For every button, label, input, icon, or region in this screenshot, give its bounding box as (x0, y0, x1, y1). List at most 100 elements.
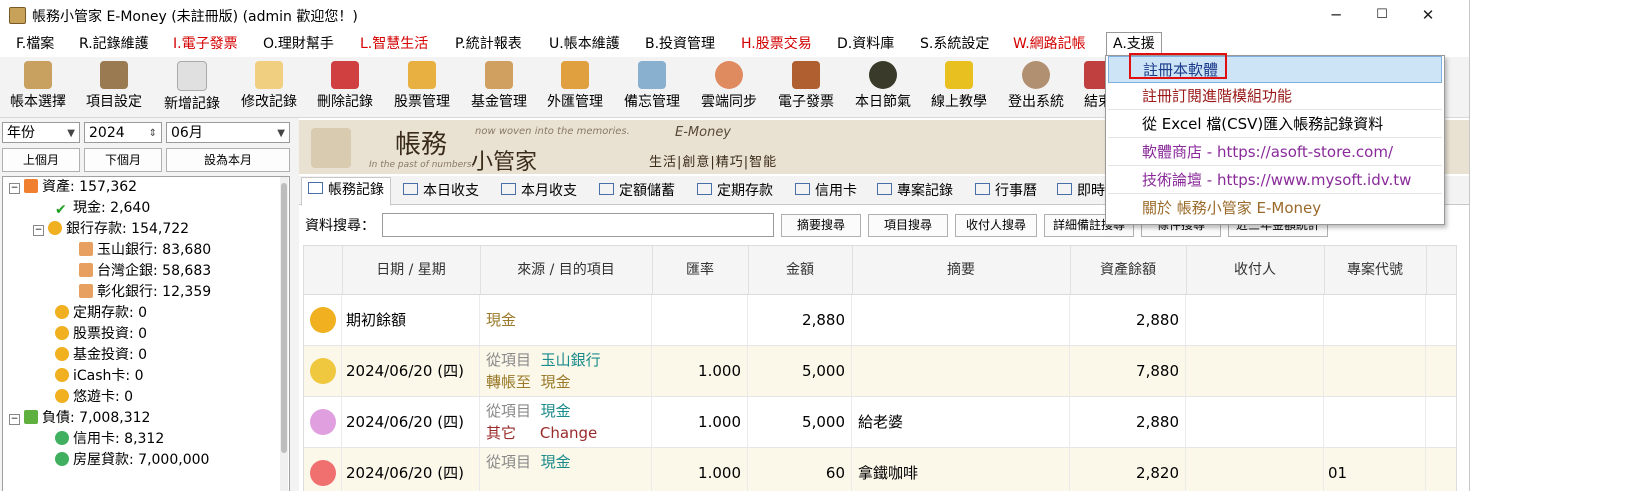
tab-fixed-savings[interactable]: 定額儲蓄 (593, 179, 681, 204)
menu-item-import-excel[interactable]: 從 Excel 檔(CSV)匯入帳務記錄資料 (1108, 111, 1442, 138)
collapse-icon[interactable]: − (33, 225, 44, 236)
set-this-month-button[interactable]: 設為本月 (166, 148, 290, 172)
tree-scrollbar[interactable] (280, 177, 288, 491)
header-item[interactable]: 來源 / 目的項目 (480, 246, 653, 294)
table-row[interactable]: 2024/06/20 (四) 從項目 玉山銀行 轉帳至 現金 1.000 5,00… (304, 346, 1456, 397)
solar-term-icon (869, 61, 897, 89)
tree-node-mortgage[interactable]: 房屋貸款: 7,000,000 (55, 450, 209, 471)
next-month-button[interactable]: 下個月 (84, 148, 162, 172)
tab-time-deposit[interactable]: 定期存款 (691, 179, 779, 204)
menu-item-software-store[interactable]: 軟體商店 - https://asoft-store.com/ (1108, 139, 1442, 166)
toolbar-logout-button[interactable]: 登出系統 (1002, 59, 1070, 115)
tree-node-tbb-bank[interactable]: 台灣企銀: 58,683 (79, 261, 211, 282)
header-amount[interactable]: 金額 (748, 246, 853, 294)
header-rate[interactable]: 匯率 (652, 246, 749, 294)
toolbar-memo-button[interactable]: 備忘管理 (618, 59, 686, 115)
toolbar-delete-record-button[interactable]: 刪除記錄 (311, 59, 379, 115)
maximize-button[interactable]: ☐ (1359, 0, 1405, 30)
tree-node-label: 玉山銀行: 83,680 (97, 242, 212, 258)
year-spinner[interactable]: 2024 ⇕ (84, 122, 162, 143)
tree-node-easycard[interactable]: 悠遊卡: 0 (55, 387, 133, 408)
payee-search-button[interactable]: 收付人搜尋 (955, 214, 1037, 237)
tree-node-bank-deposits[interactable]: − 銀行存款: 154,722 (33, 219, 189, 240)
close-button[interactable]: ✕ (1405, 0, 1451, 30)
tree-node-label: 現金: 2,640 (73, 200, 151, 216)
app-logo-icon (9, 7, 26, 24)
menu-item-tech-forum[interactable]: 技術論壇 - https://www.mysoft.idv.tw (1108, 167, 1442, 194)
tab-table-icon (877, 183, 892, 195)
tree-node-cash[interactable]: ✔ 現金: 2,640 (55, 198, 150, 219)
header-balance[interactable]: 資產餘額 (1070, 246, 1187, 294)
menu-e-invoice[interactable]: I.電子發票 (173, 34, 238, 54)
cloud-sync-icon (715, 61, 743, 89)
table-row[interactable]: 期初餘額 現金 2,880 2,880 (304, 295, 1456, 346)
menu-system-settings[interactable]: S.系統設定 (920, 34, 989, 54)
toolbar-fund-button[interactable]: 基金管理 (465, 59, 533, 115)
table-row[interactable]: 2024/06/20 (四) 從項目 現金 其它 Change 1.000 5,0… (304, 397, 1456, 448)
tab-calendar[interactable]: 行事曆 (969, 179, 1043, 204)
menu-record-maintenance[interactable]: R.記錄維護 (79, 34, 149, 54)
tree-node-label: 資產: 157,362 (42, 179, 138, 195)
menu-item-about[interactable]: 關於 帳務小管家 E-Money (1108, 195, 1442, 222)
tree-node-credit-card[interactable]: 信用卡: 8,312 (55, 429, 164, 450)
tree-node-label: 信用卡: 8,312 (73, 431, 165, 447)
tree-node-fund-investment[interactable]: 基金投資: 0 (55, 345, 147, 366)
menu-finance-helper[interactable]: O.理財幫手 (263, 34, 334, 54)
menu-file[interactable]: F.檔案 (16, 34, 54, 54)
tab-credit-card[interactable]: 信用卡 (789, 179, 863, 204)
search-input[interactable] (382, 213, 774, 237)
cell-memo: 拿鐵咖啡 (852, 448, 1070, 491)
tab-monthly-income-expense[interactable]: 本月收支 (495, 179, 583, 204)
toolbar-forex-button[interactable]: 外匯管理 (541, 59, 609, 115)
tree-node-icash[interactable]: iCash卡: 0 (55, 366, 144, 387)
tree-node-stock-investment[interactable]: 股票投資: 0 (55, 324, 147, 345)
table-row[interactable]: 2024/06/20 (四) 從項目 現金 1.000 60 拿鐵咖啡 2,82… (304, 448, 1456, 491)
month-select[interactable]: 06月 ▼ (166, 122, 290, 143)
cell-amount: 5,000 (748, 397, 852, 447)
collapse-icon[interactable]: − (9, 414, 20, 425)
tree-node-liabilities[interactable]: − 負債: 7,008,312 (9, 408, 150, 429)
menu-item-subscribe-advanced[interactable]: 註冊訂閱進階模組功能 (1108, 83, 1442, 110)
collapse-icon[interactable]: − (9, 183, 20, 194)
toolbar-edit-record-button[interactable]: 修改記錄 (235, 59, 303, 115)
year-type-select[interactable]: 年份 ▼ (2, 122, 80, 143)
toolbar-item-settings-button[interactable]: 項目設定 (80, 59, 148, 115)
tab-realtime[interactable]: 即時 (1051, 179, 1111, 204)
prev-month-button[interactable]: 上個月 (2, 148, 80, 172)
toolbar-label: 修改記錄 (241, 94, 297, 110)
tab-ledger-records[interactable]: 帳務記錄 (301, 177, 391, 206)
menu-web-bookkeeping[interactable]: W.網路記帳 (1013, 34, 1086, 54)
toolbar-solar-term-button[interactable]: 本日節氣 (849, 59, 917, 115)
menu-ledger-maintenance[interactable]: U.帳本維護 (549, 34, 620, 54)
toolbar-tutorial-button[interactable]: 線上教學 (925, 59, 993, 115)
item-search-button[interactable]: 項目搜尋 (868, 214, 948, 237)
header-payee[interactable]: 收付人 (1186, 246, 1325, 294)
menu-database[interactable]: D.資料庫 (837, 34, 894, 54)
cell-item: 從項目 現金 (480, 448, 652, 491)
toolbar-add-record-button[interactable]: 新增記錄 (158, 59, 226, 115)
tab-project-records[interactable]: 專案記錄 (871, 179, 959, 204)
tab-table-icon (403, 183, 418, 195)
minimize-button[interactable]: ─ (1313, 0, 1359, 30)
toolbar-ledger-select-button[interactable]: 帳本選擇 (4, 59, 72, 115)
tree-node-esun-bank[interactable]: 玉山銀行: 83,680 (79, 240, 211, 261)
header-project[interactable]: 專案代號 (1324, 246, 1427, 294)
toolbar-stock-button[interactable]: 股票管理 (388, 59, 456, 115)
toolbar-e-invoice-button[interactable]: 電子發票 (772, 59, 840, 115)
header-date[interactable]: 日期 / 星期 (342, 246, 481, 294)
tree-node-changhua-bank[interactable]: 彰化銀行: 12,359 (79, 282, 211, 303)
register-highlight-callout (1129, 53, 1227, 79)
menu-stock-trading[interactable]: H.股票交易 (741, 34, 812, 54)
toolbar-cloud-sync-button[interactable]: 雲端同步 (695, 59, 763, 115)
tree-node-time-deposit[interactable]: 定期存款: 0 (55, 303, 147, 324)
menu-investment[interactable]: B.投資管理 (645, 34, 715, 54)
tree-node-assets[interactable]: − 資產: 157,362 (9, 177, 137, 198)
memo-search-button[interactable]: 摘要搜尋 (781, 214, 861, 237)
menu-smart-life[interactable]: L.智慧生活 (360, 34, 428, 54)
row-icon-cell (304, 295, 342, 345)
toolbar-label: 電子發票 (778, 94, 834, 110)
scrollbar-thumb[interactable] (281, 183, 287, 453)
header-memo[interactable]: 摘要 (852, 246, 1071, 294)
menu-reports[interactable]: P.統計報表 (455, 34, 522, 54)
tab-daily-income-expense[interactable]: 本日收支 (397, 179, 485, 204)
